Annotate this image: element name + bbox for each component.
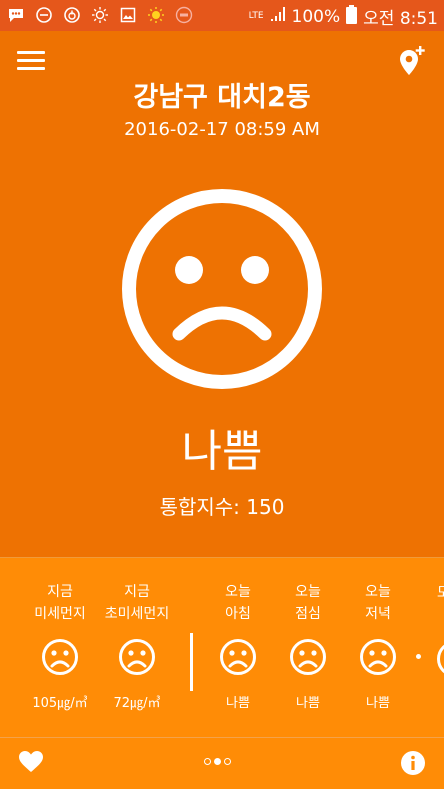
main-panel: 강남구 대치2동 2016-02-17 08:59 AM 나쁨 통합지수: 15…: [0, 31, 444, 557]
app-badge-icon: [174, 5, 194, 25]
page-dot[interactable]: [224, 758, 231, 765]
sad-face-icon: [121, 188, 323, 394]
forecast-value: 72㎍/㎥: [92, 692, 182, 711]
page-dot[interactable]: [204, 758, 211, 765]
menu-icon-bar: [17, 59, 45, 62]
sad-face-icon: [436, 640, 444, 682]
sun-filled-icon: [146, 5, 166, 25]
battery-icon: [346, 5, 357, 29]
forecast-strip[interactable]: 지금 미세먼지 105㎍/㎥ 지금 초미세먼지 72㎍/㎥ 오늘 아침 나쁨 오…: [0, 557, 444, 738]
menu-icon-bar: [17, 51, 45, 54]
forecast-label-partial: 모: [437, 582, 444, 602]
info-button[interactable]: [400, 750, 426, 780]
status-bar: LTE 100% 오전 8:51: [0, 0, 444, 31]
forecast-label-line1: 오늘: [333, 581, 423, 603]
notification-icons: [6, 5, 194, 25]
image-icon: [118, 5, 138, 25]
signal-icon: [270, 6, 286, 27]
sun-outline-icon: [90, 5, 110, 25]
sad-face-icon: [359, 638, 397, 680]
location-title: 강남구 대치2동: [0, 75, 444, 114]
forecast-label-line2: 초미세먼지: [92, 603, 182, 625]
message-icon: [6, 5, 26, 25]
forecast-value: 나쁨: [333, 692, 423, 711]
sad-face-icon: [289, 638, 327, 680]
minus-circle-icon: [34, 5, 54, 25]
power-circle-icon: [62, 5, 82, 25]
menu-icon-bar: [17, 67, 45, 70]
network-type: LTE: [249, 12, 264, 21]
sad-face-icon: [41, 638, 79, 680]
forecast-label: 오늘 저녁: [333, 581, 423, 625]
measure-datetime: 2016-02-17 08:59 AM: [0, 119, 444, 140]
status-bar-right: LTE 100% 오전 8:51: [249, 4, 438, 29]
page-dot-active[interactable]: [214, 758, 221, 765]
bottom-bar: [0, 737, 444, 789]
clock: 오전 8:51: [363, 4, 438, 29]
forecast-label: 지금 초미세먼지: [92, 581, 182, 625]
favorite-button[interactable]: [18, 750, 44, 778]
info-icon: [400, 750, 426, 776]
page-indicator: [204, 758, 231, 765]
sad-face-icon: [118, 638, 156, 680]
menu-button[interactable]: [17, 51, 45, 73]
battery-text: 100%: [292, 7, 341, 27]
air-quality-status: 나쁨: [0, 415, 444, 479]
forecast-label-line2: 저녁: [333, 603, 423, 625]
divider: [190, 633, 193, 691]
forecast-label-line1: 지금: [92, 581, 182, 603]
dot-separator: [416, 654, 421, 659]
integrated-index: 통합지수: 150: [0, 491, 444, 520]
heart-icon: [18, 750, 44, 774]
sad-face-icon: [219, 638, 257, 680]
